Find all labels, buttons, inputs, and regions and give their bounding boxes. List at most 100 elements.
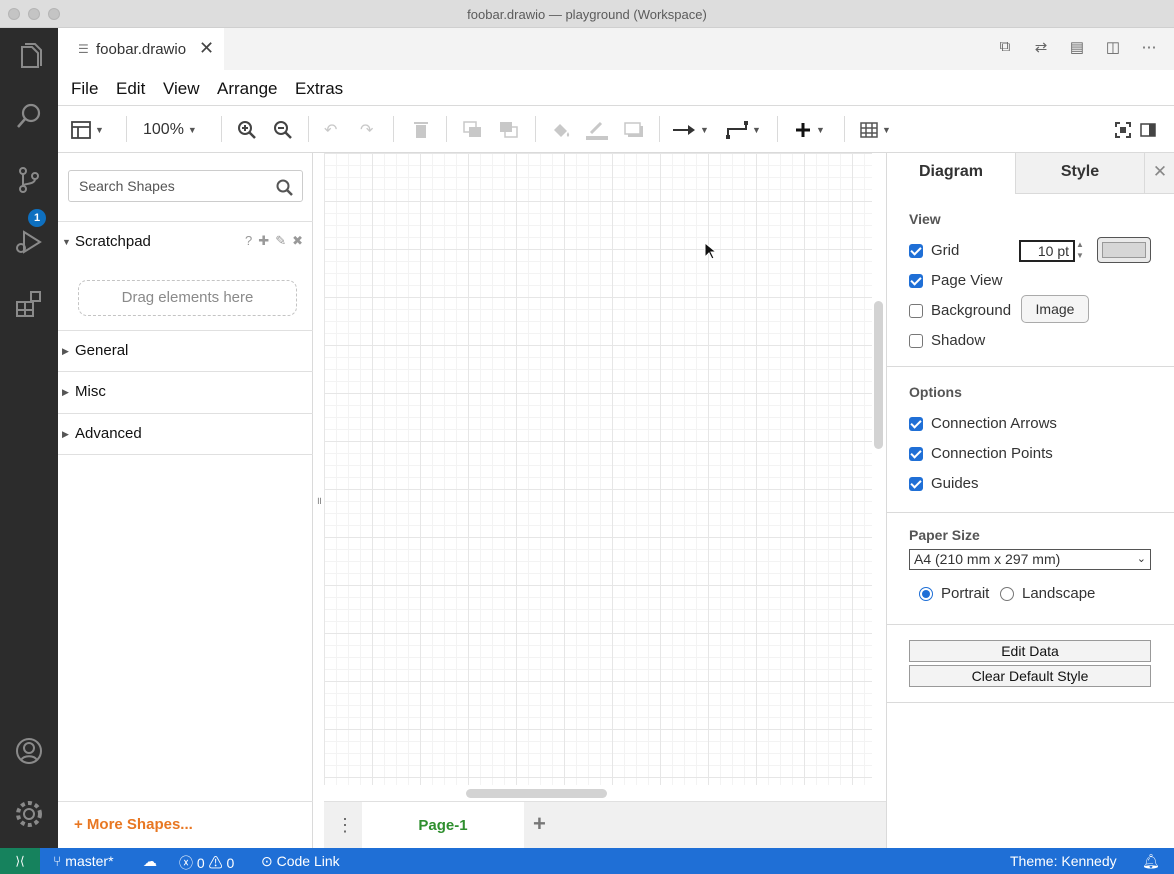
open-preview-icon[interactable]: ▤ bbox=[1068, 38, 1086, 58]
guides-checkbox[interactable] bbox=[909, 476, 923, 491]
divider bbox=[887, 512, 1174, 513]
theme-indicator[interactable]: Theme: Kennedy bbox=[1010, 853, 1117, 869]
tab-style[interactable]: Style bbox=[1015, 153, 1144, 194]
stepper-arrows-icon[interactable]: ▲ ▼ bbox=[1076, 239, 1084, 261]
run-debug-icon[interactable] bbox=[13, 226, 45, 258]
grid-option[interactable]: Grid bbox=[909, 242, 959, 259]
waypoints-dropdown[interactable]: ▼ bbox=[726, 118, 761, 142]
source-control-icon[interactable] bbox=[13, 164, 45, 196]
portrait-option[interactable]: Portrait bbox=[919, 585, 989, 602]
edit-pencil-icon[interactable]: ✎ bbox=[275, 233, 286, 249]
menu-file[interactable]: File bbox=[71, 79, 98, 99]
split-editor-icon[interactable]: ◫ bbox=[1104, 38, 1122, 58]
paper-size-select[interactable]: A4 (210 mm x 297 mm) ⌄ bbox=[909, 549, 1151, 570]
search-shapes-input[interactable]: Search Shapes bbox=[68, 170, 303, 202]
guides-option[interactable]: Guides bbox=[909, 475, 979, 492]
to-front-icon[interactable] bbox=[463, 118, 483, 142]
more-shapes-label: + More Shapes... bbox=[74, 816, 193, 833]
toggle-format-panel-icon[interactable] bbox=[1140, 118, 1156, 142]
shadow-checkbox[interactable] bbox=[909, 333, 923, 348]
scratchpad-section[interactable]: ▼ Scratchpad ? ✚ ✎ ✖ bbox=[58, 221, 313, 263]
grid-checkbox[interactable] bbox=[909, 243, 923, 258]
warning-count: 0 bbox=[226, 855, 235, 871]
page-view-label: Page View bbox=[931, 272, 1003, 289]
code-link-indicator[interactable]: ⊙ Code Link bbox=[261, 853, 340, 870]
connection-points-checkbox[interactable] bbox=[909, 446, 923, 461]
explorer-icon[interactable] bbox=[13, 40, 45, 72]
zoom-out-icon[interactable] bbox=[273, 118, 293, 142]
notification-bell-icon[interactable]: 🔔︎ bbox=[1142, 853, 1160, 870]
delete-icon[interactable] bbox=[413, 118, 429, 142]
menu-arrange[interactable]: Arrange bbox=[217, 79, 277, 99]
landscape-option[interactable]: Landscape bbox=[1000, 585, 1095, 602]
fullscreen-icon[interactable] bbox=[1115, 118, 1131, 142]
chevron-down-icon: ⌄ bbox=[1136, 553, 1146, 565]
branch-name: master* bbox=[65, 853, 114, 869]
menu-view[interactable]: View bbox=[163, 79, 200, 99]
line-color-icon[interactable] bbox=[586, 118, 608, 142]
portrait-radio[interactable] bbox=[919, 586, 933, 601]
menu-edit[interactable]: Edit bbox=[116, 79, 145, 99]
connection-style-dropdown[interactable]: ▼ bbox=[672, 118, 709, 142]
shadow-icon[interactable] bbox=[624, 118, 644, 142]
add-icon[interactable]: ✚ bbox=[258, 233, 269, 249]
landscape-radio[interactable] bbox=[1000, 586, 1014, 601]
section-advanced[interactable]: ▶ Advanced bbox=[58, 413, 313, 455]
branch-indicator[interactable]: ⑂ master* bbox=[53, 853, 114, 869]
menu-extras[interactable]: Extras bbox=[295, 79, 343, 99]
page-view-option[interactable]: Page View bbox=[909, 272, 1002, 289]
account-icon[interactable] bbox=[13, 735, 45, 767]
sync-icon[interactable]: ☁ bbox=[143, 853, 157, 870]
settings-gear-icon[interactable] bbox=[13, 798, 45, 830]
tab-foobar-drawio[interactable]: ☰ foobar.drawio ✕ bbox=[58, 28, 224, 70]
tab-diagram[interactable]: Diagram bbox=[887, 153, 1015, 194]
zoom-dropdown[interactable]: 100% ▼ bbox=[143, 118, 197, 142]
background-option[interactable]: Background bbox=[909, 302, 1011, 319]
open-changes-icon[interactable]: ⧉ bbox=[996, 38, 1014, 58]
fill-color-icon[interactable] bbox=[551, 118, 571, 142]
redo-icon[interactable]: ↷ bbox=[360, 118, 373, 142]
sidebar-resize-handle[interactable]: ॥ bbox=[316, 493, 322, 507]
insert-dropdown[interactable]: ▼ bbox=[794, 118, 825, 142]
more-actions-icon[interactable]: ⋯ bbox=[1140, 38, 1158, 58]
background-image-button[interactable]: Image bbox=[1021, 295, 1089, 323]
grid-size-input[interactable]: 10 pt bbox=[1019, 240, 1075, 262]
extensions-icon[interactable] bbox=[13, 288, 45, 320]
undo-icon[interactable]: ↶ bbox=[324, 118, 337, 142]
compare-icon[interactable]: ⇄ bbox=[1032, 38, 1050, 58]
diagram-area: ॥ ⋮ Page-1 + bbox=[314, 153, 886, 849]
close-panel-icon[interactable]: ✕ bbox=[1144, 153, 1174, 194]
format-panel-toggle[interactable]: ▼ bbox=[71, 118, 104, 142]
search-placeholder: Search Shapes bbox=[79, 178, 175, 194]
vertical-scrollbar[interactable] bbox=[874, 301, 883, 449]
help-icon[interactable]: ? bbox=[245, 233, 252, 249]
grid-color-button[interactable] bbox=[1097, 237, 1151, 263]
page-tab[interactable]: Page-1 bbox=[362, 802, 524, 849]
connection-arrows-checkbox[interactable] bbox=[909, 416, 923, 431]
section-general[interactable]: ▶ General bbox=[58, 330, 313, 372]
page-menu-icon[interactable]: ⋮ bbox=[336, 816, 354, 834]
tab-close-icon[interactable]: ✕ bbox=[199, 38, 214, 59]
clear-default-style-button[interactable]: Clear Default Style bbox=[909, 665, 1151, 687]
connection-points-option[interactable]: Connection Points bbox=[909, 445, 1053, 462]
add-page-icon[interactable]: + bbox=[533, 811, 546, 837]
more-shapes-button[interactable]: + More Shapes... bbox=[58, 801, 313, 848]
scratchpad-tools: ? ✚ ✎ ✖ bbox=[245, 233, 303, 249]
table-dropdown[interactable]: ▼ bbox=[860, 118, 891, 142]
edit-data-button[interactable]: Edit Data bbox=[909, 640, 1151, 662]
zoom-in-icon[interactable] bbox=[237, 118, 257, 142]
page-view-checkbox[interactable] bbox=[909, 273, 923, 288]
close-icon[interactable]: ✖ bbox=[292, 233, 303, 249]
remote-icon[interactable]: ⟩⟨ bbox=[0, 848, 40, 874]
connection-arrows-option[interactable]: Connection Arrows bbox=[909, 415, 1057, 432]
horizontal-scrollbar[interactable] bbox=[466, 789, 607, 798]
problems-indicator[interactable]: ⓧ 0 ⚠ 0 bbox=[179, 853, 234, 873]
search-icon[interactable] bbox=[276, 177, 294, 207]
to-back-icon[interactable] bbox=[499, 118, 519, 142]
section-misc[interactable]: ▶ Misc bbox=[58, 371, 313, 413]
search-icon[interactable] bbox=[13, 100, 45, 132]
shadow-option[interactable]: Shadow bbox=[909, 332, 985, 349]
scratchpad-dropzone[interactable]: Drag elements here bbox=[78, 280, 297, 316]
diagram-canvas[interactable] bbox=[324, 153, 872, 785]
background-checkbox[interactable] bbox=[909, 303, 923, 318]
